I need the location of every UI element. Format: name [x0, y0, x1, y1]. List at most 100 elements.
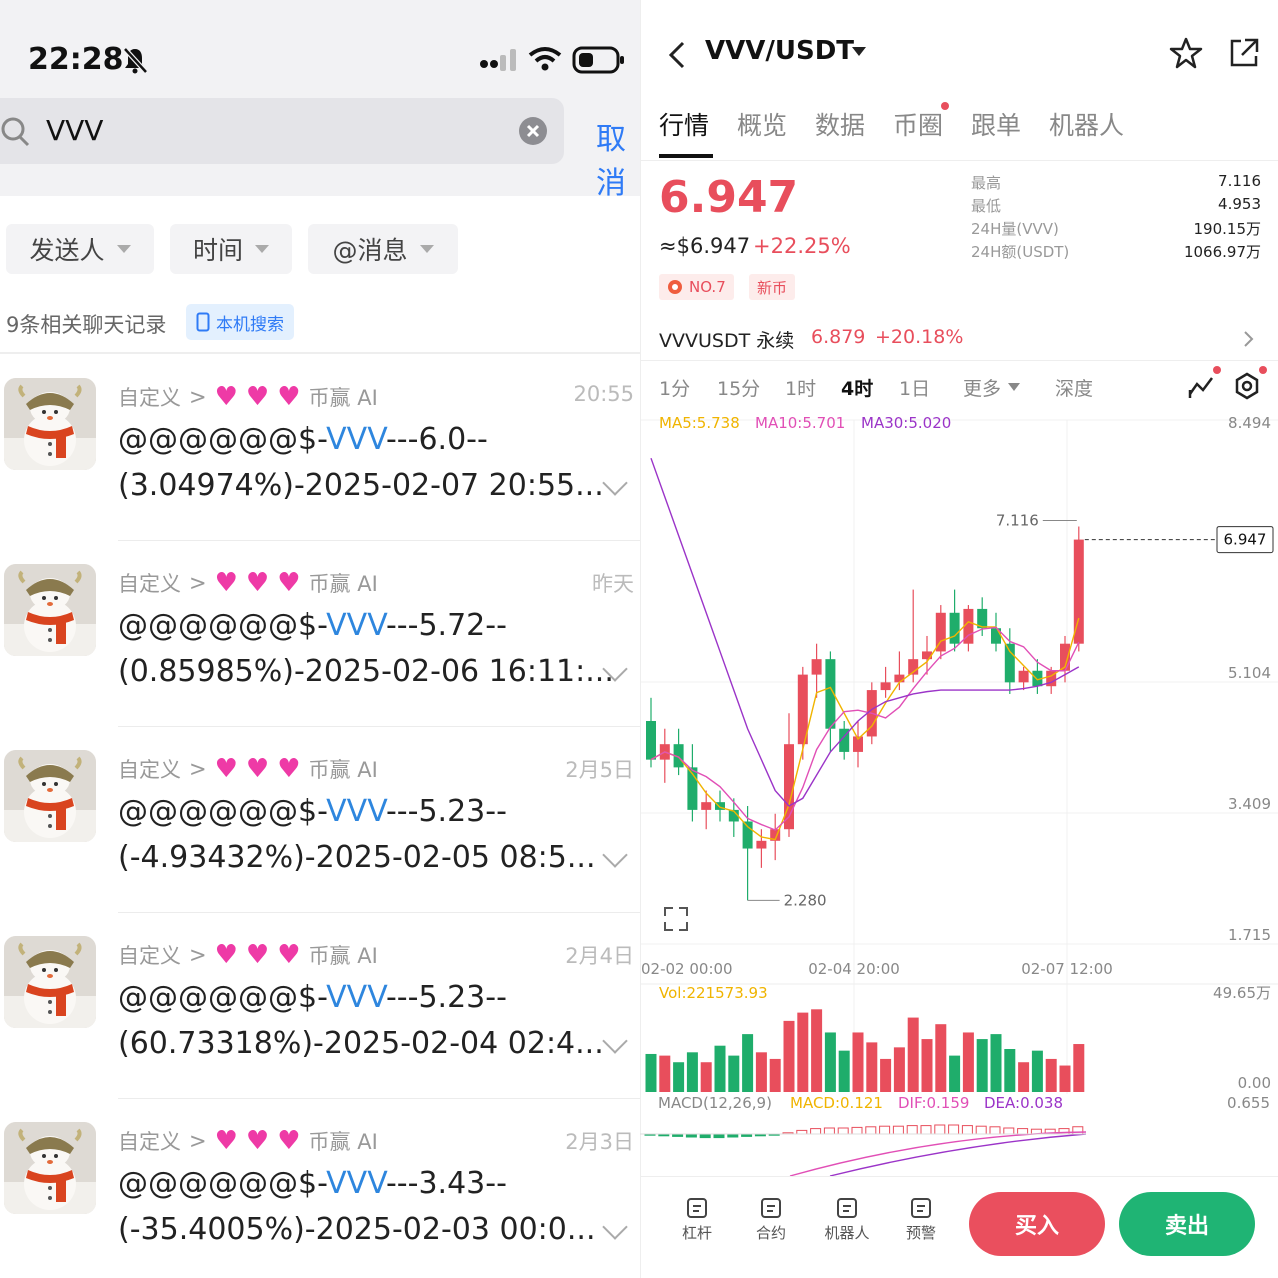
volume-bar — [728, 1055, 740, 1092]
local-search-button[interactable]: 本机搜索 — [186, 304, 294, 340]
alert-icon — [891, 1196, 951, 1222]
volume-bar — [700, 1062, 712, 1092]
indicator-icon[interactable] — [1187, 372, 1215, 400]
star-icon[interactable] — [1169, 36, 1203, 70]
sender-line: 自定义 > ♥ ♥ ♥ 币赢 AI — [118, 940, 378, 970]
volume-bar — [824, 1032, 836, 1092]
timeframe-tab[interactable]: 1日 — [899, 374, 930, 401]
search-value: VVV — [46, 114, 104, 147]
buy-button[interactable]: 买入 — [969, 1192, 1105, 1256]
divider — [641, 1176, 1278, 1177]
volume-bar — [852, 1032, 864, 1092]
chevron-down-icon — [419, 245, 434, 253]
keyword-highlight: VVV — [326, 1166, 386, 1201]
heart-icon: ♥ — [245, 568, 270, 598]
filter-sender[interactable]: 发送人 — [6, 224, 154, 274]
cancel-button[interactable]: 取消 — [596, 114, 640, 202]
sender-name: 自定义 — [118, 386, 181, 410]
volume-bar — [893, 1047, 905, 1092]
chat-search-panel: 22:28 VVV 取消 发送人 时间 @消息 9条相关聊天记录 本机搜索 自定… — [0, 0, 640, 1278]
filter-time-label: 时间 — [192, 236, 243, 265]
bottom-tool-2[interactable]: 机器人 — [817, 1196, 877, 1243]
source-name: 币赢 AI — [308, 944, 378, 968]
heart-icon: ♥ — [245, 1126, 270, 1156]
message-time: 昨天 — [592, 572, 634, 596]
macd-bar — [796, 1129, 808, 1135]
timeframe-tab[interactable]: 深度 — [1055, 374, 1093, 401]
divider — [641, 360, 1278, 361]
macd-bar — [975, 1125, 987, 1135]
chevron-right-icon[interactable] — [1243, 330, 1255, 348]
chat-result-item[interactable]: 自定义 > ♥ ♥ ♥ 币赢 AI 2月4日 @@@@@@$-VVV---5.23-- (60.… — [0, 916, 640, 1102]
volume-bar — [1045, 1058, 1057, 1092]
bottom-tool-label: 杠杆 — [681, 1224, 712, 1242]
perp-name[interactable]: VVVUSDT 永续 — [659, 326, 794, 353]
timeframe-tab[interactable]: 4时 — [841, 374, 873, 401]
expand-chevron-icon[interactable] — [602, 470, 628, 496]
volume-bar — [838, 1050, 850, 1092]
heart-icon: ♥ — [277, 382, 301, 412]
bottom-tool-3[interactable]: 预警 — [891, 1196, 951, 1243]
message-prefix: @@@@@@$- — [118, 1166, 327, 1201]
chat-result-item[interactable]: 自定义 > ♥ ♥ ♥ 币赢 AI 昨天 @@@@@@$-VVV---5.72-- (0.859… — [0, 544, 640, 730]
timeframe-tab[interactable]: 15分 — [717, 374, 760, 401]
clear-search-icon[interactable] — [518, 116, 548, 146]
sender-line: 自定义 > ♥ ♥ ♥ 币赢 AI — [118, 568, 378, 598]
message-time: 2月4日 — [565, 944, 634, 968]
candle-body — [756, 840, 767, 849]
price-chart[interactable]: MA5:5.738 MA10:5.701 MA30:5.020 6.947 7.116 2… — [641, 406, 1278, 1094]
heart-icon: ♥ — [245, 940, 270, 970]
stat-value: 4.953 — [1218, 195, 1261, 213]
divider — [641, 160, 1278, 161]
volume-bar — [811, 1009, 823, 1092]
timeframe-tab[interactable]: 更多 — [963, 374, 1001, 401]
perp-price: 6.879 — [811, 326, 866, 348]
bottom-tool-0[interactable]: 杠杆 — [667, 1196, 727, 1243]
local-search-label: 本机搜索 — [216, 314, 284, 335]
chat-result-item[interactable]: 自定义 > ♥ ♥ ♥ 币赢 AI 2月3日 @@@@@@$-VVV---3.43-- (-35… — [0, 1102, 640, 1278]
chevron-down-icon — [255, 245, 269, 253]
volume-label: Vol:221573.93 — [659, 984, 768, 1002]
fullscreen-icon[interactable] — [664, 907, 688, 931]
macd-bar — [699, 1133, 711, 1139]
y-tick-label: 8.494 — [1228, 414, 1271, 432]
sell-button[interactable]: 卖出 — [1119, 1192, 1255, 1256]
chat-result-item[interactable]: 自定义 > ♥ ♥ ♥ 币赢 AI 2月5日 @@@@@@$-VVV---5.23-- (-4.… — [0, 730, 640, 916]
status-time: 22:28 — [28, 42, 124, 77]
settings-icon[interactable] — [1233, 372, 1261, 400]
market-tab[interactable]: 跟单 — [971, 106, 1021, 142]
timeframe-tab[interactable]: 1分 — [659, 374, 690, 401]
chevron-right-icon: > — [189, 571, 207, 595]
filter-time[interactable]: 时间 — [170, 224, 292, 274]
cell-signal-icon — [480, 49, 516, 71]
share-icon[interactable] — [1227, 36, 1261, 70]
price-usd: ≈$6.947 — [659, 234, 751, 258]
macd-chart: MACD(12,26,9) MACD:0.121 DIF:0.159 DEA:0.03… — [640, 1094, 1270, 1176]
pair-title[interactable]: VVV/USDT — [705, 36, 854, 66]
macd-label: DEA:0.038 — [984, 1094, 1063, 1112]
mute-bell-icon — [123, 47, 148, 74]
volume-bar — [686, 1052, 698, 1092]
avatar — [4, 564, 96, 656]
market-tab[interactable]: 币圈 — [893, 106, 943, 142]
filter-mentions[interactable]: @消息 — [308, 224, 458, 274]
chevron-right-icon: > — [189, 1129, 207, 1153]
sender-name: 自定义 — [118, 1130, 181, 1154]
bottom-tool-1[interactable]: 合约 — [741, 1196, 801, 1243]
expand-chevron-icon[interactable] — [602, 1028, 628, 1054]
market-tab[interactable]: 行情 — [659, 106, 709, 142]
caret-down-icon[interactable] — [1007, 382, 1021, 392]
market-tab[interactable]: 机器人 — [1049, 106, 1124, 142]
chat-result-item[interactable]: 自定义 > ♥ ♥ ♥ 币赢 AI 20:55 @@@@@@$-VVV---6.0-- (3.0… — [0, 358, 640, 544]
avatar — [4, 936, 96, 1028]
market-tab[interactable]: 数据 — [815, 106, 865, 142]
expand-chevron-icon[interactable] — [602, 842, 628, 868]
candle-body — [742, 821, 753, 849]
expand-chevron-icon[interactable] — [602, 1214, 628, 1240]
candle-body — [949, 612, 960, 644]
market-tab[interactable]: 概览 — [737, 106, 787, 142]
back-arrow-icon[interactable] — [667, 40, 687, 70]
timeframe-tab[interactable]: 1时 — [785, 374, 816, 401]
notification-dot — [1213, 366, 1221, 374]
caret-down-icon[interactable] — [851, 46, 867, 58]
